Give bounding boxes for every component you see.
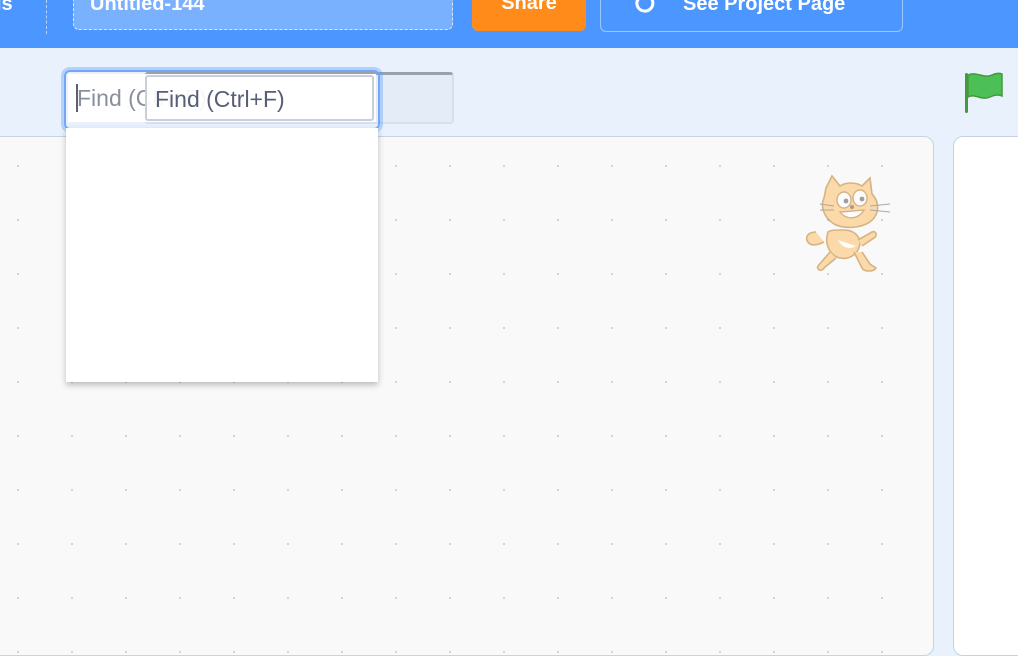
green-flag-icon[interactable] xyxy=(962,70,1006,116)
text-cursor xyxy=(76,84,78,112)
find-ghost-field: Find (Ctrl+F) xyxy=(145,75,374,121)
project-title-input[interactable]: Untitled-144 xyxy=(73,0,453,30)
see-project-page-button[interactable]: See Project Page xyxy=(600,0,903,32)
stage-panel[interactable] xyxy=(953,136,1018,656)
share-button[interactable]: Share xyxy=(472,0,586,31)
menu-bar: ls Untitled-144 Share See Project Page xyxy=(0,0,1018,48)
menu-divider xyxy=(46,0,47,34)
see-project-page-label: See Project Page xyxy=(683,0,846,15)
find-results-dropdown[interactable] xyxy=(66,128,378,382)
scratch-cat-sprite xyxy=(805,174,891,272)
remix-arrow-icon xyxy=(635,0,655,13)
menu-item-tutorials[interactable]: ls xyxy=(0,0,13,14)
